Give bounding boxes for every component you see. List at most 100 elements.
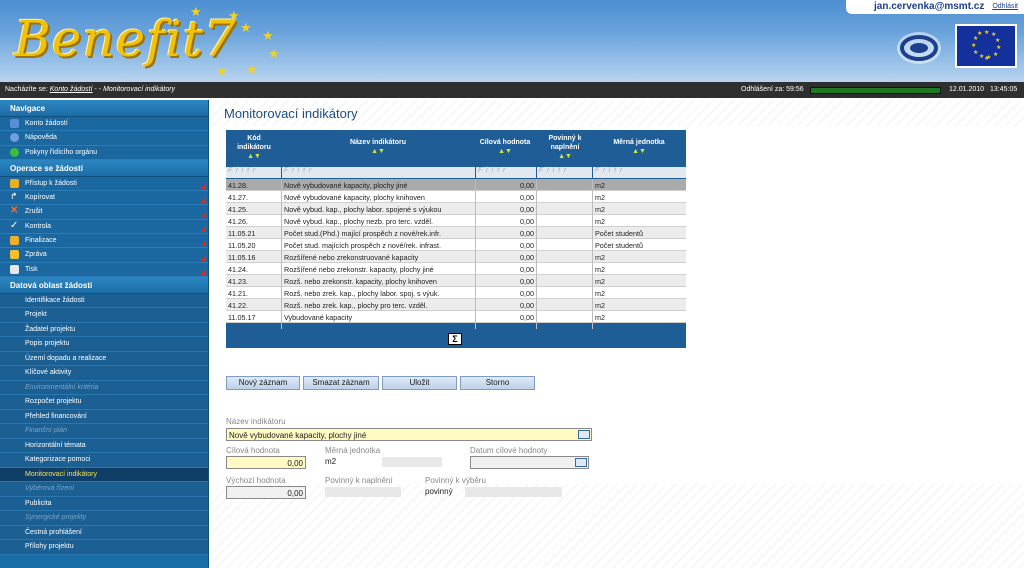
logout-link[interactable]: Odhlásit [992,3,1018,10]
sidebar-item-tisk[interactable]: Tisk [0,262,208,277]
sidebar-item-publicita[interactable]: Publicita [0,496,208,512]
new-record-button[interactable]: Nový záznam [226,376,300,390]
sidebar-item-kontrola[interactable]: ✓ Kontrola [0,219,208,235]
cell-name: Nově vybudované kapacity, plochy knihove… [284,193,425,202]
cell-unit: m2 [595,217,605,226]
sidebar-item-label: Tisk [25,265,38,273]
table-row[interactable]: 11.05.21 Počet stud.(Phd.) mající prospě… [226,227,686,239]
sidebar-item-kategorizace[interactable]: Kategorizace pomoci [0,453,208,468]
table-row[interactable]: 11.05.16 Rozšířené nebo zrekonstruované … [226,251,686,263]
page-title: Monitorovací indikátory [224,106,358,121]
sort-arrows-icon[interactable]: ▲▼ [538,152,592,161]
svg-text:★: ★ [993,51,998,58]
sidebar-item-identifikace[interactable]: Identifikace žádosti [0,293,208,309]
indicator-name-field[interactable]: Nově vybudované kapacity, plochy jiné [226,428,592,441]
table-row[interactable]: 41.21. Rozš. nebo zrek. kap., plochy lab… [226,287,686,299]
main-area: Monitorovací indikátory Kód indikátoru ▲… [210,100,1024,568]
sidebar-item-klicove-aktivity[interactable]: Klíčové aktivity [0,366,208,381]
smiley-icon [10,147,19,157]
sidebar-item-rozpocet[interactable]: Rozpočet projektu [0,395,208,410]
content-panel: Kód indikátoru ▲▼ Název indikátoru ▲▼ Cí… [210,126,1024,499]
sidebar-item-zrusit[interactable]: ✕ Zrušit [0,205,208,220]
cell-name: Vybudované kapacity [284,313,353,322]
calendar-icon[interactable] [575,458,587,467]
lookup-table-icon[interactable] [578,430,590,439]
sort-arrows-icon[interactable]: ▲▼ [284,147,472,156]
table-row[interactable]: 41.22. Rozš. nebo zrek. kap., plochy pro… [226,299,686,311]
sidebar-item-kopirovat[interactable]: ↱ Kopírovat [0,191,208,206]
indicator-name-label: Název indikátoru [226,417,286,426]
sidebar-item-pristup[interactable]: Přístup k žádosti [0,176,208,192]
cell-unit: Počet studentů [595,229,643,238]
sidebar-item-pokyny[interactable]: Pokyny řídícího orgánu [0,145,208,160]
sidebar-item-zprava[interactable]: Zpráva [0,248,208,263]
sidebar-item-konto-zadosti[interactable]: Konto žádostí [0,117,208,132]
save-button[interactable]: Uložit [382,376,457,390]
sort-arrows-icon[interactable]: ▲▼ [595,147,683,156]
column-divider [592,179,593,329]
filter-nazev-input[interactable]: F i l t r [282,167,475,178]
sort-arrows-icon[interactable]: ▲▼ [228,152,280,161]
cell-code: 41.27. [228,193,248,202]
start-value-field[interactable]: 0,00 [226,486,306,499]
cell-unit: m2 [595,289,605,298]
breadcrumb-bar: Nacházíte se: Konto žádostí - - Monitoro… [0,82,1024,98]
sidebar-item-label: Přístup k žádosti [25,179,77,187]
sidebar-item-horizontalni[interactable]: Horizontální témata [0,438,208,454]
column-header-label: naplnění [550,144,580,151]
table-row[interactable]: 41.28. Nově vybudované kapacity, plochy … [226,179,686,191]
delete-record-button[interactable]: Smazat záznam [303,376,379,390]
column-header-povinny[interactable]: Povinný k naplnění ▲▼ [538,134,592,161]
column-header-nazev[interactable]: Název indikátoru ▲▼ [284,138,472,156]
column-header-label: Měrná jednotka [613,139,665,146]
filter-povinny-input[interactable]: F i l t r [537,167,592,178]
table-row[interactable]: 41.23. Rozš. nebo zrekonstr. kapacity, p… [226,275,686,287]
filter-kod-input[interactable]: F i l t r [226,167,281,178]
cell-target: 0,00 [520,229,534,238]
table-row[interactable]: 11.05.20 Počet stud. majících prospěch z… [226,239,686,251]
star-icon: ★ [240,20,252,35]
column-header-cilova[interactable]: Cílová hodnota ▲▼ [476,138,534,156]
sidebar-item-projekt[interactable]: Projekt [0,308,208,323]
column-header-kod[interactable]: Kód indikátoru ▲▼ [228,134,280,161]
sidebar-section-datova-oblast: Datová oblast žádosti [0,276,208,294]
cell-target: 0,00 [520,301,534,310]
table-row[interactable]: 41.25. Nově vybud. kap., plochy labor. s… [226,203,686,215]
target-date-field[interactable] [470,456,589,469]
cell-name: Rozš. nebo zrek. kap., plochy labor. spo… [284,289,440,298]
column-header-merna[interactable]: Měrná jednotka ▲▼ [595,138,683,156]
required-fill-field [325,487,401,497]
sidebar-item-napoveda[interactable]: Nápověda [0,131,208,146]
target-date-label: Datum cílové hodnoty [470,446,548,455]
table-row[interactable]: 11.05.17 Vybudované kapacity 0,00 m2 [226,311,686,323]
cancel-button[interactable]: Storno [460,376,535,390]
sum-icon[interactable]: Σ [448,333,462,345]
sidebar-item-prilohy[interactable]: Přílohy projektu [0,540,208,555]
sort-arrows-icon[interactable]: ▲▼ [476,147,534,156]
star-icon: ★ [190,4,202,19]
cell-code: 41.28. [228,181,248,190]
filter-cilova-input[interactable]: F i l t r [476,167,536,178]
sidebar-item-cestna-prohlaseni[interactable]: Čestná prohlášení [0,525,208,541]
table-row[interactable]: 41.26. Nově vybud. kap., plochy nezb. pr… [226,215,686,227]
cell-unit: m2 [595,253,605,262]
sidebar-item-prehled-financovani[interactable]: Přehled financování [0,409,208,425]
sidebar-item-finalizace[interactable]: Finalizace [0,234,208,249]
breadcrumb-current: Monitorovací indikátory [103,86,176,93]
table-row[interactable]: 41.24. Rozšířené nebo zrekonstr. kapacit… [226,263,686,275]
cell-name: Rozš. nebo zrekonstr. kapacity, plochy k… [284,277,437,286]
cell-code: 41.24. [228,265,248,274]
indicator-name-value: Nově vybudované kapacity, plochy jiné [229,431,367,440]
sidebar-item-uzemi[interactable]: Území dopadu a realizace [0,351,208,367]
filter-merna-input[interactable]: F i l t r [593,167,686,178]
sidebar-item-zadatel[interactable]: Žadatel projektu [0,322,208,338]
cell-target: 0,00 [520,265,534,274]
cell-target: 0,00 [520,241,534,250]
eu-flag-icon: ★ ★ ★ ★ ★ ★ ★ ★ ★ ★ ★ ★ [955,24,1017,68]
sidebar-item-monitorovaci[interactable]: Monitorovací indikátory [0,467,208,483]
target-value-field[interactable]: 0,00 [226,456,306,469]
breadcrumb-link-konto[interactable]: Konto žádostí [50,86,93,93]
table-body: 41.28. Nově vybudované kapacity, plochy … [226,179,686,323]
sidebar-item-popis[interactable]: Popis projektu [0,337,208,352]
table-row[interactable]: 41.27. Nově vybudované kapacity, plochy … [226,191,686,203]
